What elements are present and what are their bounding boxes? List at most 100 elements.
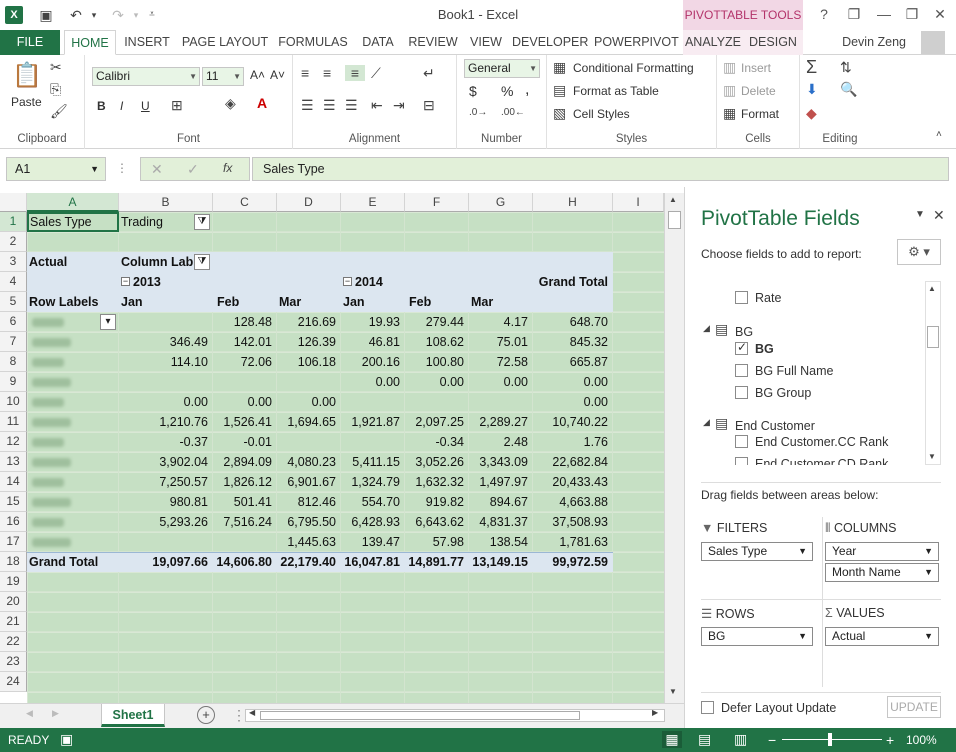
pivot-value-cell[interactable]: 1,826.12 bbox=[215, 472, 276, 492]
pivot-value-cell[interactable]: 57.98 bbox=[407, 532, 468, 552]
grand-total-cell[interactable]: 16,047.81 bbox=[343, 552, 404, 572]
vertical-scrollbar[interactable]: ▲ ▼ bbox=[664, 193, 684, 703]
row-label-redacted[interactable] bbox=[29, 312, 118, 332]
pivot-value-cell[interactable]: 6,795.50 bbox=[279, 512, 340, 532]
zoom-slider[interactable] bbox=[782, 739, 882, 740]
pivot-value-cell[interactable]: 2,097.25 bbox=[407, 412, 468, 432]
row-header-8[interactable]: 8 bbox=[0, 352, 27, 372]
select-all-corner[interactable] bbox=[0, 193, 27, 212]
align-center-icon[interactable]: ☰ bbox=[323, 97, 336, 114]
collapse-year-icon[interactable]: − bbox=[343, 277, 352, 286]
currency-button[interactable]: $ bbox=[469, 83, 477, 99]
font-size-select[interactable]: 11 ▼ bbox=[202, 67, 244, 86]
pivot-value-cell[interactable]: 6,428.93 bbox=[343, 512, 404, 532]
font-name-select[interactable]: Calibri ▼ bbox=[92, 67, 200, 86]
defer-layout-checkbox[interactable] bbox=[701, 701, 714, 714]
increase-indent-icon[interactable]: ⇥ bbox=[393, 97, 405, 114]
field-list[interactable]: Rate ◢ ▤ BG ✓ BG BG Full Name BG Group ◢… bbox=[701, 279, 923, 465]
grand-total-cell[interactable]: 13,149.15 bbox=[471, 552, 532, 572]
pivot-value-cell[interactable]: 0.00 bbox=[535, 392, 612, 412]
pivot-value-cell[interactable]: 114.10 bbox=[121, 352, 212, 372]
pivot-value-cell[interactable]: 845.32 bbox=[535, 332, 612, 352]
pivot-value-cell[interactable]: 346.49 bbox=[121, 332, 212, 352]
column-header-h[interactable]: H bbox=[533, 193, 613, 212]
pivot-value-cell[interactable]: 126.39 bbox=[279, 332, 340, 352]
pivot-value-cell[interactable] bbox=[279, 372, 340, 392]
pivot-value-cell[interactable]: 1,526.41 bbox=[215, 412, 276, 432]
pivot-value-cell[interactable]: 7,516.24 bbox=[215, 512, 276, 532]
maximize-button[interactable]: ❐ bbox=[900, 4, 924, 24]
pivot-value-cell[interactable]: 894.67 bbox=[471, 492, 532, 512]
month-header[interactable]: Feb bbox=[407, 292, 468, 312]
autosum-icon[interactable]: Σ bbox=[806, 57, 817, 78]
month-header[interactable]: Mar bbox=[279, 292, 340, 312]
rate-field[interactable]: Rate bbox=[755, 291, 781, 305]
row-header-2[interactable]: 2 bbox=[0, 232, 27, 252]
percent-button[interactable]: % bbox=[501, 83, 513, 99]
pivot-value-cell[interactable]: 0.00 bbox=[279, 392, 340, 412]
row-label-redacted[interactable] bbox=[29, 372, 118, 392]
enter-icon[interactable]: ✓ bbox=[187, 161, 199, 178]
pivot-value-cell[interactable]: 200.16 bbox=[343, 352, 404, 372]
collapse-bg-icon[interactable]: ◢ bbox=[703, 323, 710, 334]
pivot-value-cell[interactable]: 665.87 bbox=[535, 352, 612, 372]
pivot-value-cell[interactable]: 128.48 bbox=[215, 312, 276, 332]
pivot-value-cell[interactable]: 1,921.87 bbox=[343, 412, 404, 432]
row-header-20[interactable]: 20 bbox=[0, 592, 27, 612]
scroll-left-icon[interactable]: ◀ bbox=[249, 708, 255, 717]
grand-total-cell[interactable]: 99,972.59 bbox=[535, 552, 612, 572]
pivot-value-cell[interactable] bbox=[215, 372, 276, 392]
fill-icon[interactable]: ⬇ bbox=[806, 81, 818, 98]
filter-dropdown-icon[interactable]: ⧩ bbox=[194, 214, 210, 230]
row-labels-header[interactable]: Row Labels bbox=[29, 292, 99, 312]
pivot-value-cell[interactable]: 1,324.79 bbox=[343, 472, 404, 492]
next-sheet-icon[interactable]: ▶ bbox=[52, 708, 59, 719]
bg-full-name-field[interactable]: BG Full Name bbox=[755, 364, 834, 378]
row-header-10[interactable]: 10 bbox=[0, 392, 27, 412]
row-label-redacted[interactable] bbox=[29, 332, 118, 352]
grand-total-cell[interactable]: 14,606.80 bbox=[215, 552, 276, 572]
pivot-value-cell[interactable]: 4,080.23 bbox=[279, 452, 340, 472]
cell-styles-button[interactable]: Cell Styles bbox=[573, 107, 630, 121]
pivot-value-cell[interactable]: 5,411.15 bbox=[343, 452, 404, 472]
field-list-scrollbar[interactable]: ▲ ▼ bbox=[925, 281, 941, 465]
row-header-23[interactable]: 23 bbox=[0, 652, 27, 672]
tab-formulas[interactable]: FORMULAS bbox=[276, 30, 350, 55]
conditional-formatting-button[interactable]: Conditional Formatting bbox=[573, 61, 694, 75]
format-as-table-button[interactable]: Format as Table bbox=[573, 84, 659, 98]
increase-decimal-icon[interactable]: .0→ bbox=[469, 107, 487, 118]
bg-checkbox[interactable]: ✓ bbox=[735, 340, 748, 355]
pivot-value-cell[interactable] bbox=[121, 532, 212, 552]
prev-sheet-icon[interactable]: ◀ bbox=[26, 708, 33, 719]
italic-button[interactable]: I bbox=[120, 99, 123, 113]
pivot-value-cell[interactable]: 0.00 bbox=[121, 392, 212, 412]
pivot-value-cell[interactable]: 0.00 bbox=[407, 372, 468, 392]
cell-a1-sales-type[interactable]: Sales Type bbox=[27, 212, 119, 232]
top-align-icon[interactable]: ≡ bbox=[301, 65, 309, 81]
cc-rank-checkbox[interactable] bbox=[735, 435, 748, 448]
row-header-16[interactable]: 16 bbox=[0, 512, 27, 532]
pivot-value-cell[interactable]: 2.48 bbox=[471, 432, 532, 452]
row-label-redacted[interactable] bbox=[29, 492, 118, 512]
column-header-f[interactable]: F bbox=[405, 193, 469, 212]
pivot-value-cell[interactable]: 4,831.37 bbox=[471, 512, 532, 532]
row-header-17[interactable]: 17 bbox=[0, 532, 27, 552]
row-header-4[interactable]: 4 bbox=[0, 272, 27, 292]
pivot-value-cell[interactable]: 20,433.43 bbox=[535, 472, 612, 492]
row-label-redacted[interactable] bbox=[29, 392, 118, 412]
page-break-view-icon[interactable]: ▥ bbox=[734, 731, 747, 748]
column-header-i[interactable]: I bbox=[613, 193, 664, 212]
cc-rank-field[interactable]: End Customer.CC Rank bbox=[755, 435, 888, 449]
delete-cells-button[interactable]: Delete bbox=[741, 84, 776, 98]
pivot-value-cell[interactable]: 1,497.97 bbox=[471, 472, 532, 492]
cd-rank-checkbox[interactable] bbox=[735, 457, 748, 465]
pivot-value-cell[interactable]: 1,694.65 bbox=[279, 412, 340, 432]
year-2013-header[interactable]: 2013 bbox=[121, 272, 212, 292]
pivot-value-cell[interactable] bbox=[121, 312, 212, 332]
row-header-24[interactable]: 24 bbox=[0, 672, 27, 692]
rate-checkbox[interactable] bbox=[735, 291, 748, 304]
zoom-slider-thumb[interactable] bbox=[828, 733, 832, 746]
shrink-font-button[interactable]: A˅ bbox=[270, 68, 285, 82]
row-label-redacted[interactable] bbox=[29, 432, 118, 452]
tab-analyze[interactable]: ANALYZE bbox=[683, 30, 743, 55]
